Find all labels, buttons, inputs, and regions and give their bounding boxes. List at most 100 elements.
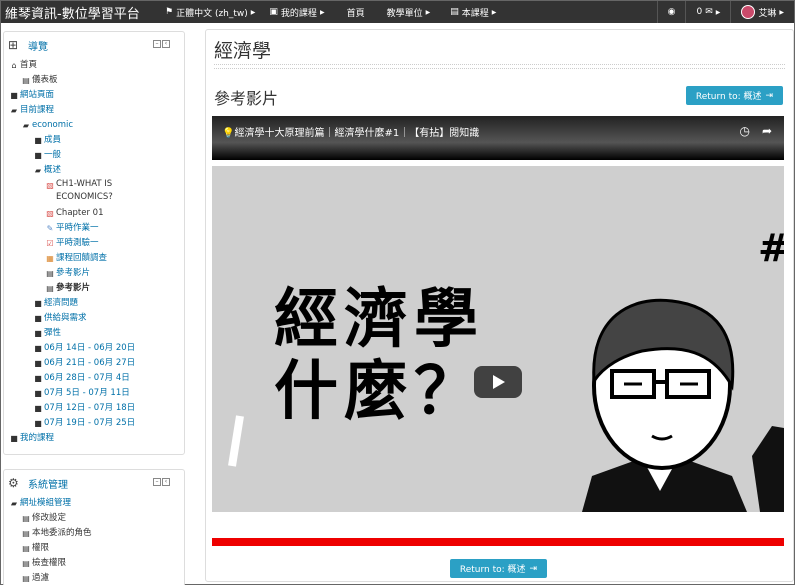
sign-in-icon: ⇥ xyxy=(765,90,774,101)
top-navbar: 維琴資訊-數位學習平台 ⚑ 正體中文 (zh_tw) ▶ ▣ 我的課程 ▶ 首頁… xyxy=(1,1,794,23)
tree-item-label: 平時測驗一 xyxy=(56,238,99,248)
block-controls: – ‹ xyxy=(153,40,170,48)
folder-icon: ■ xyxy=(34,359,42,368)
dock-icon[interactable]: ‹ xyxy=(162,478,170,486)
tree-item-label: 檢查權限 xyxy=(32,558,67,568)
tree-item[interactable]: ■ 07月 5日 - 07月 11日 xyxy=(4,386,184,401)
tree-item[interactable]: ▤ 儀表板 xyxy=(4,73,184,88)
tree-item-label: Chapter 01 xyxy=(56,208,104,218)
share-icon[interactable]: ➦ xyxy=(762,124,772,138)
video-actions: ◷ ➦ xyxy=(739,124,772,138)
folder-open-icon: ▰ xyxy=(22,121,30,130)
tree-item[interactable]: ⌂ 首頁 xyxy=(4,58,184,73)
tree-item[interactable]: ■ 06月 28日 - 07月 4日 xyxy=(4,371,184,386)
tree-item[interactable]: ▧ Chapter 01 xyxy=(4,206,184,221)
video-title-bar: 💡經濟學十大原理前篇｜經濟學什麼#1｜【有拈】閱知識 ◷ ➦ xyxy=(212,116,784,160)
tree-item-label: 成員 xyxy=(44,135,62,145)
tree-item[interactable]: ▰ 網址模組管理 xyxy=(4,496,184,511)
tree-item[interactable]: ■ 07月 12日 - 07月 18日 xyxy=(4,401,184,416)
tree-item[interactable]: ▤ 修改設定 xyxy=(4,511,184,526)
sitemap-icon: ⊞ xyxy=(8,38,19,52)
feedback-icon: ▦ xyxy=(46,254,54,263)
tree-item[interactable]: ■ 07月 19日 - 07月 25日 xyxy=(4,416,184,431)
block-controls: – ‹ xyxy=(153,478,170,486)
teaching-unit-menu[interactable]: 教學單位 ▶ xyxy=(387,6,431,19)
tree-item-label: 07月 12日 - 07月 18日 xyxy=(44,403,136,413)
page-title: 經濟學 xyxy=(214,40,272,62)
tree-item-label: 07月 5日 - 07月 11日 xyxy=(44,388,130,398)
video-title[interactable]: 💡經濟學十大原理前篇｜經濟學什麼#1｜【有拈】閱知識 xyxy=(222,124,479,139)
section-title: 參考影片 xyxy=(214,89,279,108)
watch-later-icon[interactable]: ◷ xyxy=(739,124,749,138)
tree-item[interactable]: ■ 我的課程 xyxy=(4,431,184,446)
tree-item[interactable]: ▤ 參考影片 xyxy=(4,266,184,281)
tree-item-label: 參考影片 xyxy=(56,268,91,278)
page-icon: ▤ xyxy=(46,284,54,293)
folder-icon: ■ xyxy=(34,419,42,428)
briefcase-icon: ▣ xyxy=(269,7,278,17)
user-menu[interactable]: 艾琳 ▶ xyxy=(731,5,794,19)
tree-item[interactable]: ▰ 目前課程 xyxy=(4,103,184,118)
page-icon: ▤ xyxy=(22,559,30,568)
return-button-label: Return to: 概述 xyxy=(695,92,762,102)
tree-item[interactable]: ▤ 過濾 xyxy=(4,571,184,585)
tree-item-label: 06月 14日 - 06月 20日 xyxy=(44,343,136,353)
my-courses-menu[interactable]: ▣ 我的課程 ▶ xyxy=(269,6,324,19)
quiz-icon: ☑ xyxy=(46,239,54,248)
play-button[interactable] xyxy=(474,366,522,398)
tree-item[interactable]: ■ 一般 xyxy=(4,148,184,163)
home-icon: ⌂ xyxy=(11,61,17,70)
tree-item-label: 權限 xyxy=(32,543,50,553)
messages-button[interactable]: 0 ✉ ▶ xyxy=(686,7,730,17)
tree-item[interactable]: ■ 成員 xyxy=(4,133,184,148)
tree-item[interactable]: ✎ 平時作業一 xyxy=(4,221,184,236)
video-player[interactable]: 💡經濟學十大原理前篇｜經濟學什麼#1｜【有拈】閱知識 ◷ ➦ 經濟學 什麼？ xyxy=(212,116,784,546)
tree-item-label: 平時作業一 xyxy=(56,223,99,233)
language-menu[interactable]: ⚑ 正體中文 (zh_tw) ▶ xyxy=(165,6,255,19)
collapse-icon[interactable]: – xyxy=(153,478,161,486)
folder-icon: ■ xyxy=(34,404,42,413)
tree-item[interactable]: ▤ 權限 xyxy=(4,541,184,556)
tree-item[interactable]: ☑ 平時測驗一 xyxy=(4,236,184,251)
return-button-bottom[interactable]: Return to: 概述 ⇥ xyxy=(450,559,547,578)
admin-block: ⚙ 系統管理 – ‹ ▰ 網址模組管理 ▤ 修改設定 ▤ 本地委派的角色 ▤ 權限 ▤ 檢查權限 ▤… xyxy=(3,469,185,585)
tree-item[interactable]: ▰ 概述 xyxy=(4,163,184,178)
folder-icon: ■ xyxy=(34,389,42,398)
home-label: 首頁 xyxy=(346,8,365,19)
collapse-icon[interactable]: – xyxy=(153,40,161,48)
hash-mark: # xyxy=(758,226,784,270)
flag-icon: ⚑ xyxy=(165,7,174,17)
tree-item[interactable]: ▤ 參考影片 xyxy=(4,281,184,296)
pdf-icon: ▧ xyxy=(46,181,54,190)
folder-icon: ■ xyxy=(34,314,42,323)
tree-item[interactable]: ■ 06月 14日 - 06月 20日 xyxy=(4,341,184,356)
home-link[interactable]: 首頁 xyxy=(347,6,365,19)
dock-icon[interactable]: ‹ xyxy=(162,40,170,48)
folder-icon: ■ xyxy=(10,91,18,100)
folder-icon: ■ xyxy=(34,344,42,353)
video-progress-bar[interactable] xyxy=(212,538,784,546)
folder-icon: ■ xyxy=(34,151,42,160)
this-course-menu[interactable]: ▤ 本課程 ▶ xyxy=(450,6,496,19)
envelope-icon: ✉ xyxy=(705,7,713,17)
caret-right-icon: ▶ xyxy=(425,8,431,16)
tree-item[interactable]: ▤ 本地委派的角色 xyxy=(4,526,184,541)
tree-item[interactable]: ■ 經濟問題 xyxy=(4,296,184,311)
tree-item[interactable]: ■ 網站頁面 xyxy=(4,88,184,103)
tree-item-label: 課程回饋調查 xyxy=(56,253,108,263)
tree-item-label: 概述 xyxy=(44,165,62,175)
folder-open-icon: ▰ xyxy=(10,499,18,508)
site-brand[interactable]: 維琴資訊-數位學習平台 xyxy=(1,3,151,22)
tree-item[interactable]: ■ 彈性 xyxy=(4,326,184,341)
tree-item[interactable]: ▦ 課程回饋調查 xyxy=(4,251,184,266)
tree-item[interactable]: ▤ 檢查權限 xyxy=(4,556,184,571)
page-icon: ▤ xyxy=(46,269,54,278)
return-button-label: Return to: 概述 xyxy=(459,565,526,575)
tree-item[interactable]: ■ 供給與需求 xyxy=(4,311,184,326)
tree-item[interactable]: ▧ CH1-WHAT IS ECONOMICS? xyxy=(4,178,184,206)
tree-item[interactable]: ■ 06月 21日 - 06月 27日 xyxy=(4,356,184,371)
return-button-top[interactable]: Return to: 概述 ⇥ xyxy=(686,86,783,105)
folder-icon: ■ xyxy=(34,299,42,308)
notifications-button[interactable]: ◉ xyxy=(658,7,686,17)
tree-item[interactable]: ▰ economic xyxy=(4,118,184,133)
